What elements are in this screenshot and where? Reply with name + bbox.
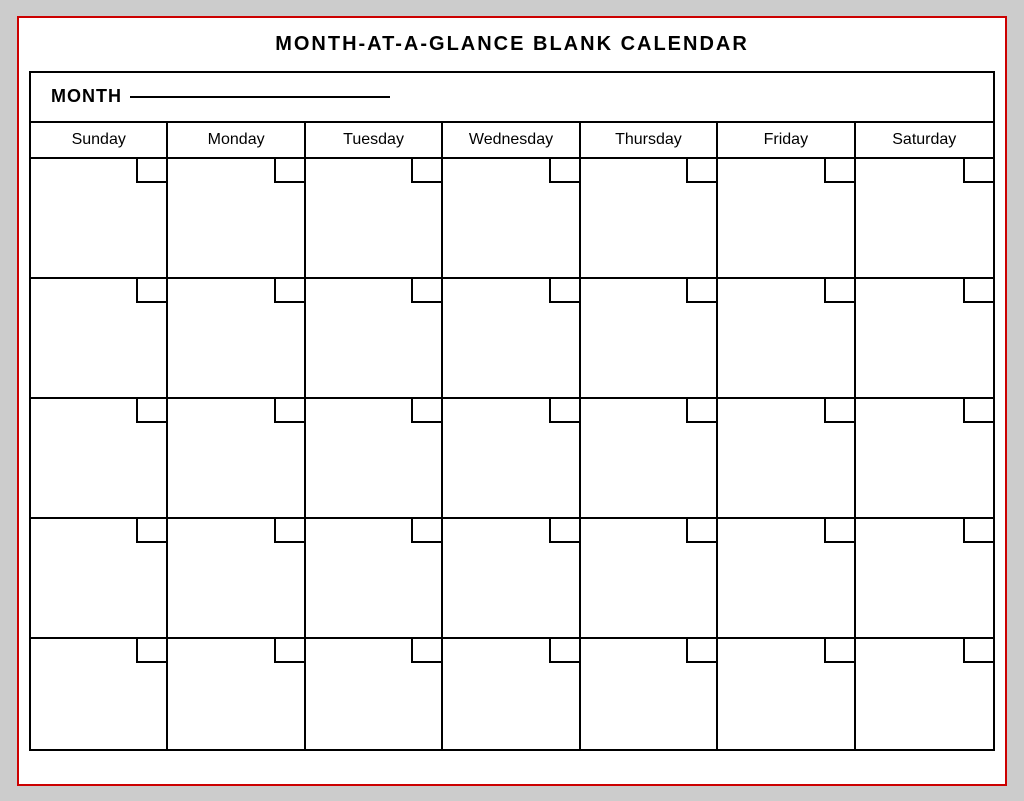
cell-4-4[interactable]	[443, 519, 580, 637]
date-box	[824, 639, 854, 663]
cell-4-6[interactable]	[718, 519, 855, 637]
day-monday: Monday	[168, 123, 305, 157]
cell-1-5[interactable]	[581, 159, 718, 277]
date-box	[686, 159, 716, 183]
cell-1-7[interactable]	[856, 159, 993, 277]
cell-5-1[interactable]	[31, 639, 168, 749]
date-box	[686, 519, 716, 543]
cell-4-2[interactable]	[168, 519, 305, 637]
cell-3-3[interactable]	[306, 399, 443, 517]
calendar-grid	[31, 159, 993, 749]
cell-1-1[interactable]	[31, 159, 168, 277]
month-header: MONTH	[31, 73, 993, 123]
date-box	[549, 639, 579, 663]
date-box	[549, 159, 579, 183]
date-box	[274, 519, 304, 543]
cell-1-4[interactable]	[443, 159, 580, 277]
page: MONTH-AT-A-GLANCE BLANK CALENDAR MONTH S…	[17, 16, 1007, 786]
date-box	[686, 399, 716, 423]
date-box	[274, 279, 304, 303]
date-box	[963, 399, 993, 423]
month-label: MONTH	[51, 86, 122, 107]
calendar-row-4	[31, 519, 993, 639]
date-box	[549, 399, 579, 423]
month-line	[130, 96, 390, 98]
cell-3-1[interactable]	[31, 399, 168, 517]
calendar-row-1	[31, 159, 993, 279]
date-box	[136, 279, 166, 303]
cell-4-1[interactable]	[31, 519, 168, 637]
date-box	[274, 639, 304, 663]
days-header: Sunday Monday Tuesday Wednesday Thursday…	[31, 123, 993, 159]
cell-3-2[interactable]	[168, 399, 305, 517]
cell-3-4[interactable]	[443, 399, 580, 517]
date-box	[963, 519, 993, 543]
cell-1-6[interactable]	[718, 159, 855, 277]
cell-4-3[interactable]	[306, 519, 443, 637]
cell-5-3[interactable]	[306, 639, 443, 749]
date-box	[411, 279, 441, 303]
cell-3-6[interactable]	[718, 399, 855, 517]
date-box	[136, 519, 166, 543]
day-friday: Friday	[718, 123, 855, 157]
date-box	[686, 639, 716, 663]
calendar-row-2	[31, 279, 993, 399]
date-box	[963, 279, 993, 303]
cell-2-4[interactable]	[443, 279, 580, 397]
date-box	[136, 399, 166, 423]
date-box	[136, 159, 166, 183]
cell-2-7[interactable]	[856, 279, 993, 397]
date-box	[686, 279, 716, 303]
date-box	[136, 639, 166, 663]
date-box	[411, 519, 441, 543]
date-box	[824, 399, 854, 423]
calendar-row-3	[31, 399, 993, 519]
date-box	[549, 519, 579, 543]
cell-1-3[interactable]	[306, 159, 443, 277]
date-box	[411, 399, 441, 423]
cell-5-2[interactable]	[168, 639, 305, 749]
date-box	[274, 159, 304, 183]
date-box	[963, 639, 993, 663]
day-saturday: Saturday	[856, 123, 993, 157]
page-title: MONTH-AT-A-GLANCE BLANK CALENDAR	[29, 28, 995, 61]
cell-5-6[interactable]	[718, 639, 855, 749]
cell-1-2[interactable]	[168, 159, 305, 277]
date-box	[824, 159, 854, 183]
cell-5-4[interactable]	[443, 639, 580, 749]
cell-2-1[interactable]	[31, 279, 168, 397]
day-thursday: Thursday	[581, 123, 718, 157]
cell-2-2[interactable]	[168, 279, 305, 397]
cell-4-5[interactable]	[581, 519, 718, 637]
date-box	[274, 399, 304, 423]
cell-5-5[interactable]	[581, 639, 718, 749]
cell-2-5[interactable]	[581, 279, 718, 397]
cell-5-7[interactable]	[856, 639, 993, 749]
day-tuesday: Tuesday	[306, 123, 443, 157]
date-box	[963, 159, 993, 183]
date-box	[411, 639, 441, 663]
date-box	[549, 279, 579, 303]
day-sunday: Sunday	[31, 123, 168, 157]
calendar-container: MONTH Sunday Monday Tuesday Wednesday Th…	[29, 71, 995, 751]
day-wednesday: Wednesday	[443, 123, 580, 157]
cell-3-5[interactable]	[581, 399, 718, 517]
date-box	[824, 279, 854, 303]
cell-2-3[interactable]	[306, 279, 443, 397]
cell-3-7[interactable]	[856, 399, 993, 517]
date-box	[411, 159, 441, 183]
calendar-row-5	[31, 639, 993, 749]
cell-4-7[interactable]	[856, 519, 993, 637]
date-box	[824, 519, 854, 543]
cell-2-6[interactable]	[718, 279, 855, 397]
